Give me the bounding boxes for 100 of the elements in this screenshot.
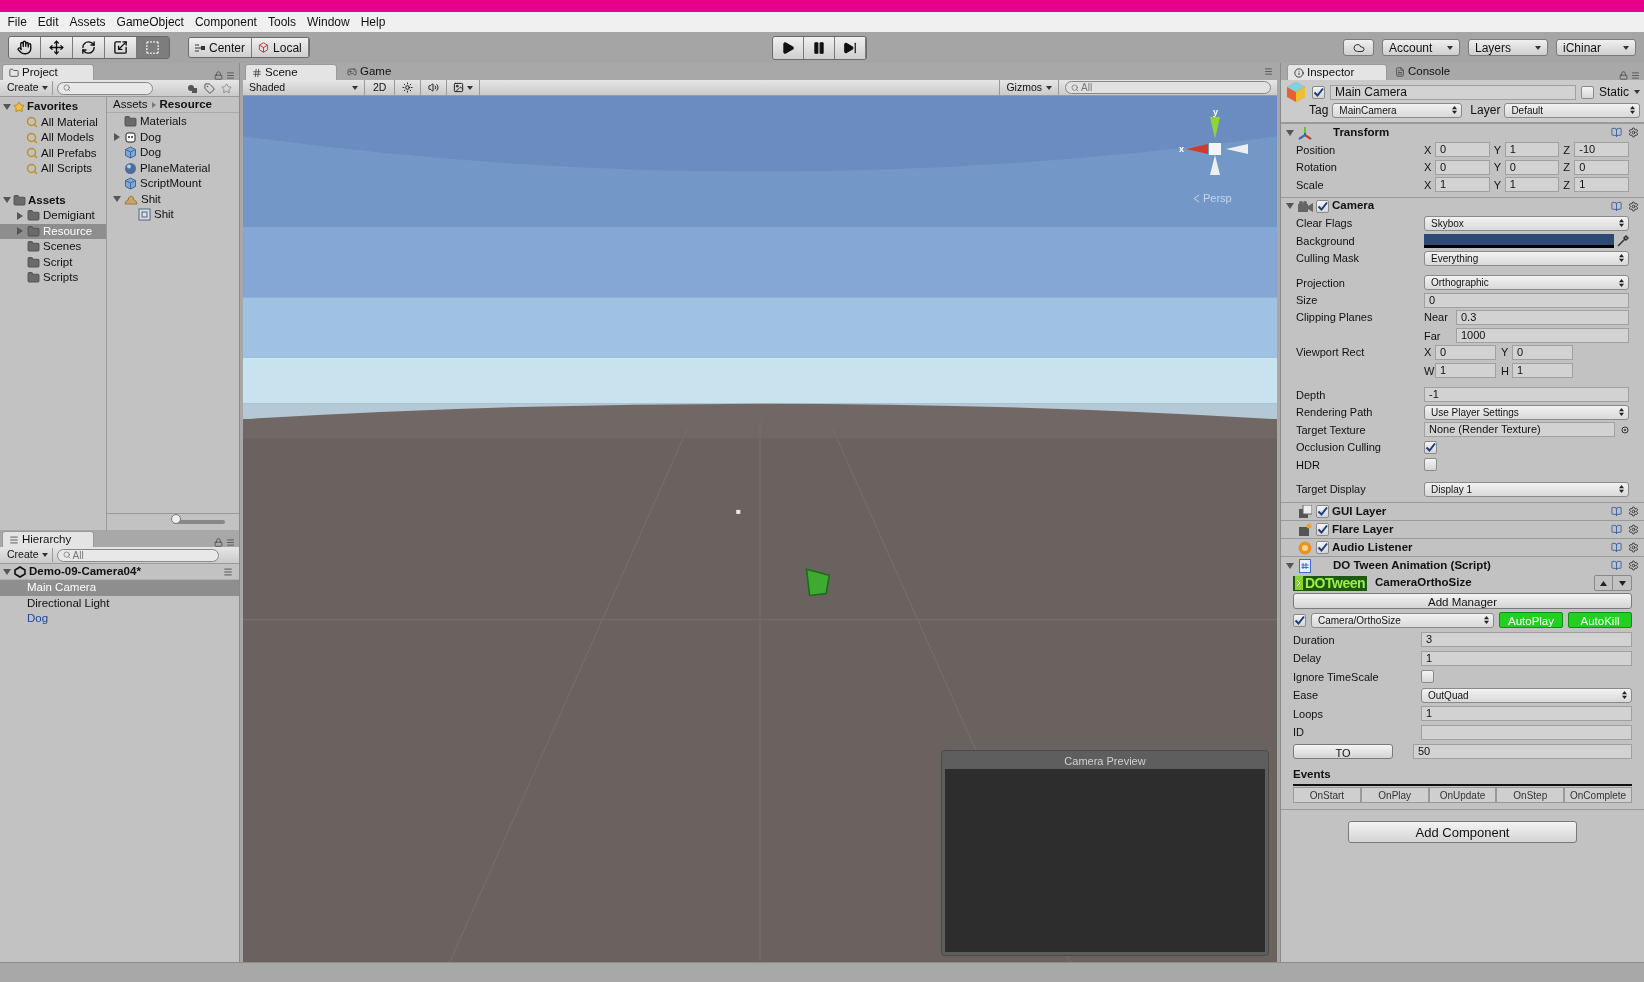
settings-icon[interactable] [1628, 524, 1639, 535]
collapsed-arrow-icon[interactable] [16, 227, 24, 236]
settings-icon[interactable] [1628, 200, 1639, 212]
add-manager-button[interactable]: Add Manager [1293, 593, 1632, 609]
component-title[interactable]: Flare Layer [1332, 520, 1394, 539]
component-title[interactable]: DO Tween Animation (Script) [1333, 556, 1491, 575]
help-icon[interactable] [1611, 506, 1622, 517]
value-field[interactable]: 1 [1435, 177, 1490, 193]
value-field[interactable]: 1 [1574, 177, 1629, 193]
checkbox[interactable] [1424, 458, 1437, 472]
slider-handle[interactable] [170, 514, 181, 524]
label-filter-icon[interactable] [204, 82, 215, 94]
favorite-item[interactable]: All Prefabs [41, 144, 97, 162]
panel-menu-icon[interactable] [226, 538, 235, 547]
layout-dropdown[interactable]: iChinar [1556, 39, 1636, 56]
asset-item[interactable]: Dog [140, 128, 162, 146]
asset-item[interactable]: PlaneMaterial [140, 159, 211, 177]
dropdown[interactable]: MainCamera [1332, 102, 1463, 118]
scene-view-tab[interactable]: Scene [245, 64, 337, 80]
play-button[interactable] [773, 37, 804, 59]
event-tab[interactable]: OnUpdate [1428, 787, 1497, 804]
panel-menu-icon[interactable] [1631, 71, 1640, 80]
scale-tool-button[interactable] [105, 37, 137, 58]
dropdown[interactable]: Orthographic [1424, 275, 1629, 291]
asset-item[interactable]: Dog [140, 144, 162, 162]
expanded-arrow-icon[interactable] [1286, 561, 1294, 570]
dropdown[interactable]: Skybox [1424, 215, 1629, 231]
asset-item[interactable]: Shit [141, 190, 161, 208]
dropdown[interactable]: Display 1 [1424, 481, 1629, 497]
favorite-item[interactable]: All Scripts [41, 160, 93, 178]
help-icon[interactable] [1611, 200, 1622, 212]
checkbox[interactable] [1316, 523, 1329, 536]
lock-icon[interactable] [214, 538, 223, 547]
checkbox[interactable] [1312, 85, 1325, 99]
value-field[interactable]: 0 [1512, 344, 1573, 360]
collapsed-arrow-icon[interactable] [16, 211, 24, 220]
event-tab[interactable]: OnComplete [1564, 787, 1632, 804]
create-dropdown[interactable]: Create [3, 81, 53, 95]
value-field[interactable]: -10 [1574, 142, 1629, 158]
folder-item[interactable]: Script [0, 254, 106, 270]
event-tab[interactable]: OnStep [1496, 787, 1565, 804]
value-field[interactable]: 1000 [1456, 328, 1629, 344]
menu-item[interactable]: Tools [262, 13, 302, 31]
folder-item[interactable]: Demigiant [0, 208, 106, 224]
filter-type-icon[interactable] [187, 82, 198, 94]
orientation-gizmo-icon[interactable] [1186, 117, 1248, 175]
value-field[interactable]: 1 [1435, 363, 1496, 379]
settings-icon[interactable] [1628, 127, 1639, 138]
expanded-arrow-icon[interactable] [3, 567, 11, 576]
scene-name[interactable]: Demo-09-Camera04* [29, 562, 141, 581]
help-icon[interactable] [1611, 524, 1622, 535]
menu-item[interactable]: Help [355, 13, 391, 31]
panel-menu-icon[interactable] [1264, 67, 1273, 76]
checkbox[interactable] [1421, 670, 1434, 684]
value-field[interactable]: 0.3 [1456, 309, 1629, 325]
search-field[interactable]: All [56, 548, 219, 562]
asset-item[interactable]: ScriptMount [140, 175, 202, 193]
value-field[interactable]: 50 [1413, 743, 1632, 759]
value-field[interactable]: 1 [1512, 363, 1573, 379]
dropdown[interactable]: Default [1504, 102, 1640, 118]
value-field[interactable]: 0 [1574, 159, 1629, 175]
to-button[interactable]: TO [1293, 743, 1393, 759]
value-field[interactable]: 0 [1435, 344, 1496, 360]
value-field[interactable]: 1 [1504, 177, 1560, 193]
event-tab[interactable]: OnPlay [1360, 787, 1429, 804]
hierarchy-tab[interactable]: Hierarchy [2, 531, 94, 547]
checkbox[interactable] [1424, 440, 1437, 454]
menu-item[interactable]: Assets [64, 13, 112, 31]
hierarchy-item[interactable]: Directional Light [0, 595, 239, 611]
pivot-local-button[interactable]: Local [252, 38, 309, 57]
help-icon[interactable] [1611, 542, 1622, 553]
folder-item[interactable]: Scripts [0, 270, 106, 286]
component-title[interactable]: GUI Layer [1332, 502, 1387, 521]
folder-item[interactable]: Scenes [0, 239, 106, 255]
checkbox[interactable] [1316, 199, 1329, 213]
value-field[interactable]: 0 [1435, 142, 1490, 158]
component-title[interactable]: Camera [1332, 197, 1375, 215]
cloud-button[interactable] [1343, 39, 1374, 56]
help-icon[interactable] [1611, 127, 1622, 138]
collapsed-arrow-icon[interactable] [113, 133, 121, 142]
favorites-header[interactable]: Favorites [27, 98, 79, 116]
expanded-arrow-icon[interactable] [1286, 128, 1294, 137]
gizmos-dropdown[interactable]: Gizmos [999, 80, 1059, 95]
value-field[interactable]: 0 [1424, 292, 1629, 308]
help-icon[interactable] [1611, 560, 1622, 571]
dropdown[interactable]: OutQuad [1421, 687, 1632, 703]
object-picker-icon[interactable] [1621, 425, 1629, 434]
lock-icon[interactable] [1619, 71, 1628, 80]
dropdown[interactable]: Camera/OrthoSize [1311, 612, 1494, 628]
checkbox[interactable] [1581, 85, 1594, 99]
panel-menu-icon[interactable] [226, 71, 235, 80]
value-field[interactable]: 0 [1435, 159, 1490, 175]
breadcrumb-item[interactable]: Assets [113, 95, 148, 114]
inspector-tab[interactable]: Inspector [1287, 64, 1387, 80]
menu-item[interactable]: Component [189, 13, 263, 31]
mode-2d-button[interactable]: 2D [365, 80, 396, 95]
value-field[interactable]: 1 [1504, 142, 1560, 158]
component-title[interactable]: Transform [1333, 123, 1390, 142]
asset-item[interactable]: Shit [154, 206, 174, 224]
zoom-slider[interactable] [173, 517, 225, 527]
